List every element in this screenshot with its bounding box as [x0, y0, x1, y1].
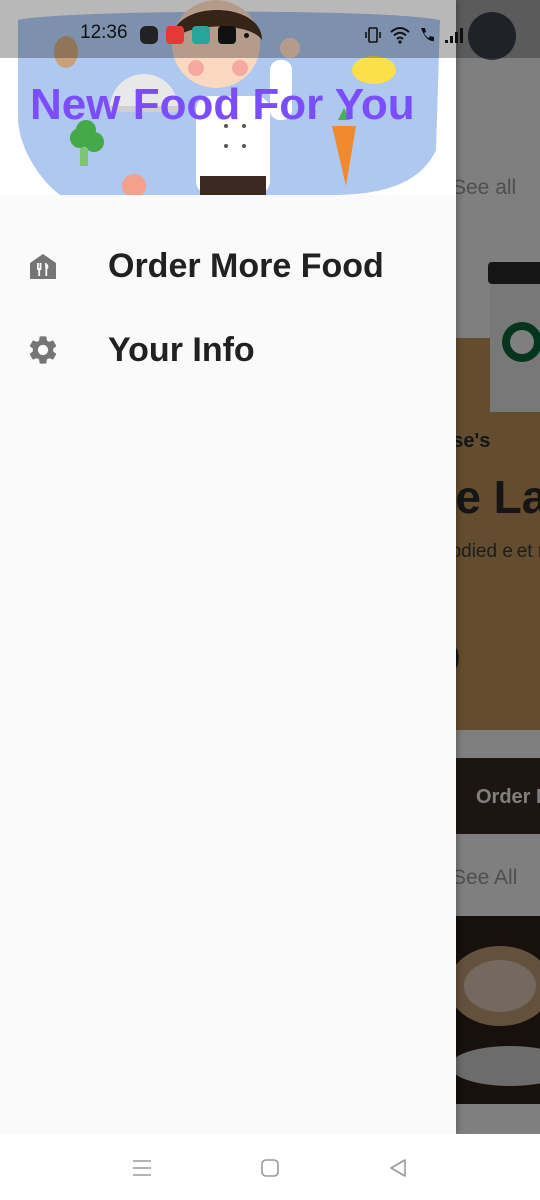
settings-icon — [26, 333, 60, 367]
menu-item-your-info[interactable]: Your Info — [0, 308, 456, 392]
menu-item-order-more-food[interactable]: Order More Food — [0, 224, 456, 308]
system-navigation-bar — [0, 1134, 540, 1200]
wifi-icon — [390, 27, 410, 44]
game-controller-icon — [140, 26, 158, 44]
drawer-header-title: New Food For You — [30, 80, 415, 129]
notification-icons — [140, 24, 249, 46]
menu-item-label: Order More Food — [108, 246, 384, 285]
system-icons — [364, 24, 466, 46]
more-notifications-dot-icon — [244, 32, 249, 38]
drawer-menu: Order More Food Your Info — [0, 224, 456, 392]
signal-icon — [445, 28, 463, 43]
shopping-bag-icon — [192, 26, 210, 44]
wifi-call-icon — [421, 28, 434, 42]
media-icon — [218, 26, 236, 44]
back-triangle-icon[interactable] — [384, 1154, 412, 1182]
status-time: 12:36 — [80, 22, 128, 43]
menu-item-label: Your Info — [108, 330, 255, 369]
restaurant-menu-icon — [26, 249, 60, 283]
vibrate-icon — [365, 27, 381, 43]
app-notification-icon — [166, 26, 184, 44]
status-bar: 12:36 — [0, 0, 540, 58]
home-square-icon[interactable] — [256, 1154, 284, 1182]
navigation-drawer: New Food For You Order More Food Your In… — [0, 0, 456, 1134]
recents-menu-icon[interactable] — [128, 1154, 156, 1182]
